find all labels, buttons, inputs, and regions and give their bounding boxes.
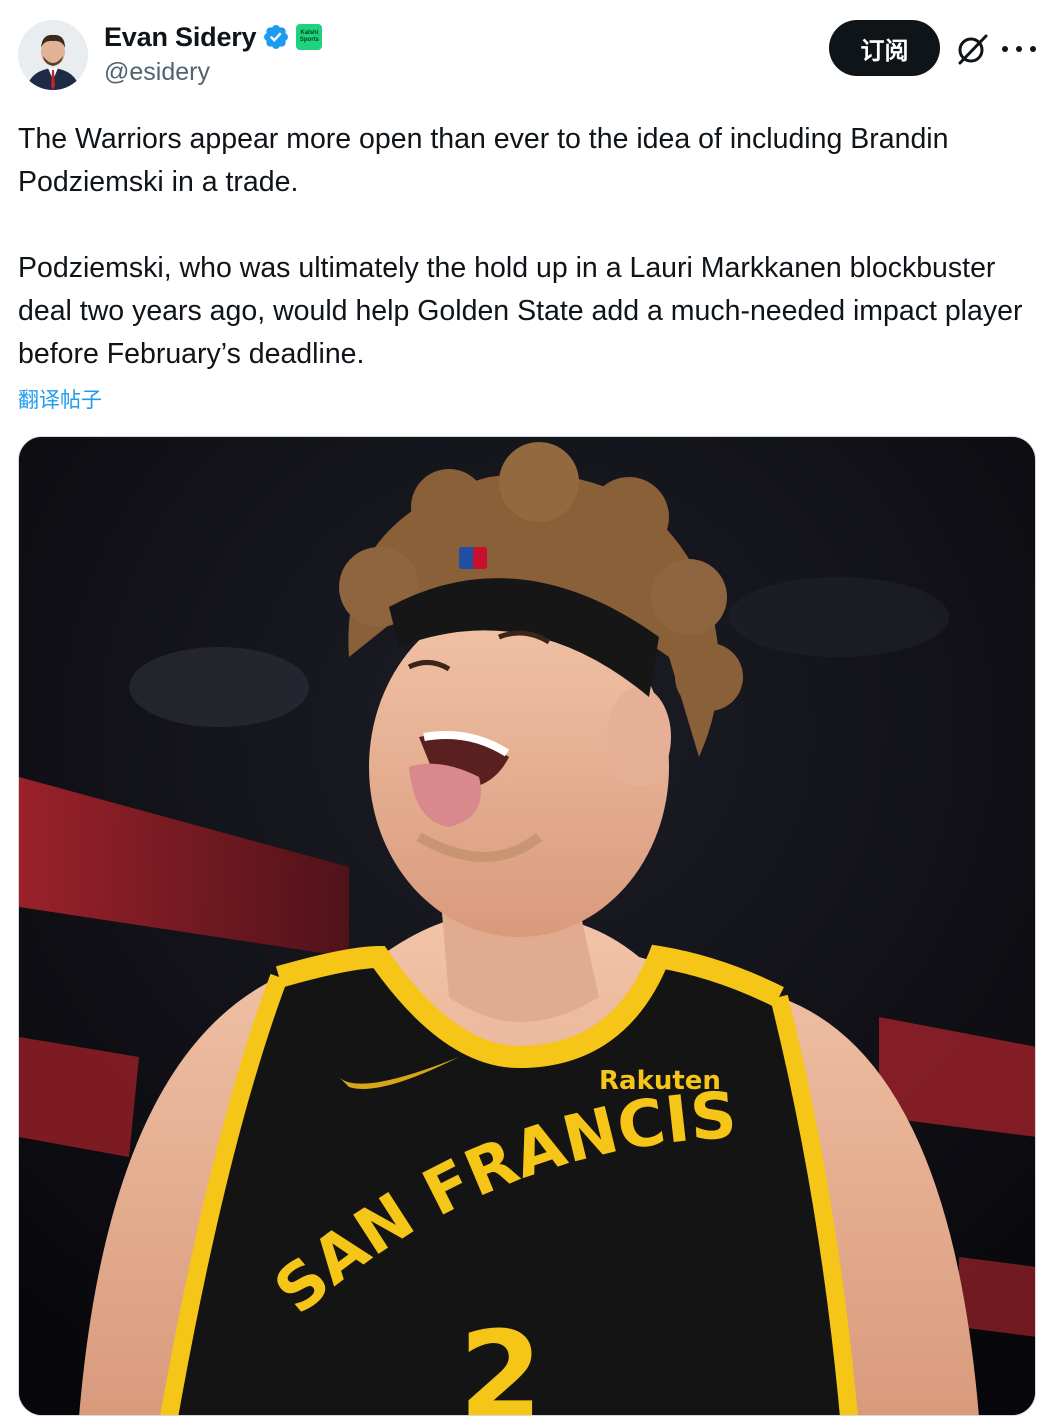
verified-check-icon[interactable] — [262, 23, 290, 51]
author-handle[interactable]: @esidery — [104, 58, 210, 87]
author-name-row: Evan Sidery Kalshi Sports — [104, 20, 323, 54]
more-horizontal-icon[interactable] — [1002, 34, 1036, 64]
subscribe-button[interactable]: 订阅 — [829, 20, 940, 76]
author-avatar[interactable] — [18, 20, 88, 90]
affiliate-badge-line1: Kalshi — [300, 30, 319, 36]
affiliate-badge[interactable]: Kalshi Sports — [296, 24, 323, 50]
tweet-media-photo[interactable]: Rakuten SAN FRANCISCO 2 — [18, 436, 1036, 1416]
tweet-paragraph-2: Podziemski, who was ultimately the hold … — [18, 252, 1023, 370]
tweet-page: Evan Sidery Kalshi Sports @esidery 订阅 Th… — [0, 0, 1052, 1420]
author-display-name[interactable]: Evan Sidery — [104, 22, 257, 53]
affiliate-badge-line2: Sports — [299, 37, 319, 43]
avatar-image — [18, 20, 88, 90]
jersey-number-text: 2 — [459, 1307, 543, 1416]
translate-post-link[interactable]: 翻译帖子 — [18, 384, 102, 414]
player-photo: Rakuten SAN FRANCISCO 2 — [19, 437, 1035, 1416]
tweet-paragraph-1: The Warriors appear more open than ever … — [18, 123, 949, 198]
tweet-text: The Warriors appear more open than ever … — [18, 118, 1028, 376]
grok-icon[interactable] — [954, 31, 990, 67]
